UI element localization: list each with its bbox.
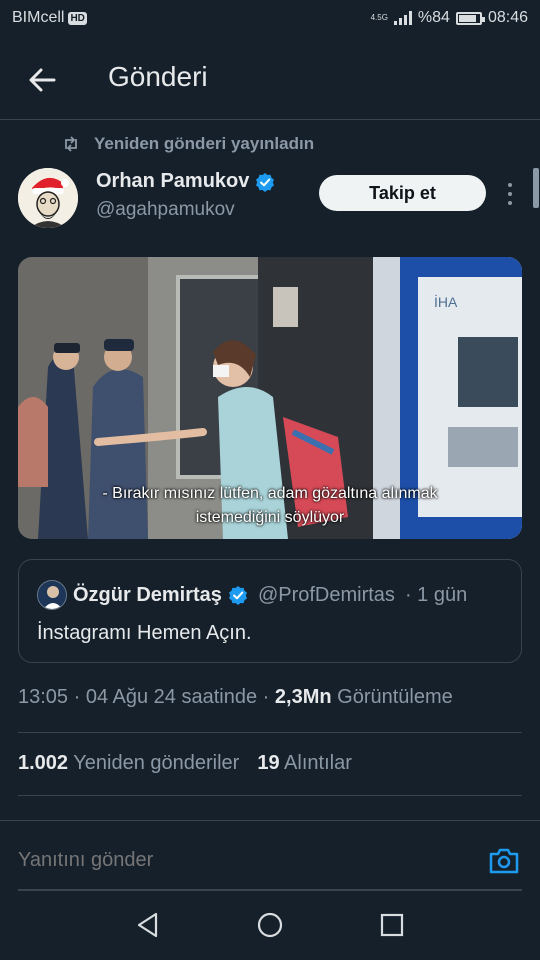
repost-note-text: Yeniden gönderi yayınladın (94, 134, 315, 153)
verified-badge-icon (256, 172, 275, 192)
author-avatar[interactable] (18, 168, 78, 228)
post-date: · 04 Ağu 24 saatinde · (73, 686, 270, 708)
back-button[interactable] (24, 62, 60, 98)
post-stats: 1.002 Yeniden gönderiler 19 Alıntılar (18, 752, 352, 775)
author-name[interactable]: Orhan Pamukov (96, 170, 249, 193)
quoted-post-time: · 1 gün (404, 583, 468, 606)
camera-icon (489, 848, 519, 874)
reposts-label: Yeniden gönderiler (73, 752, 240, 774)
video-caption-line-1: - Bırakır mısınız lütfen, adam gözaltına… (102, 485, 438, 502)
reposts-count: 1.002 (18, 752, 69, 774)
author-handle[interactable]: @agahpamukov (96, 199, 275, 221)
nav-home-button[interactable] (254, 909, 286, 941)
quoted-author-name: Özgür Demirtaş (73, 583, 222, 606)
reply-composer (0, 820, 540, 891)
quoted-post[interactable]: Özgür Demirtaş @ProfDemirtas · 1 gün İns… (18, 559, 522, 663)
author-block: Orhan Pamukov @agahpamukov (96, 170, 275, 221)
post-video[interactable]: İHA - Bırakır mısınız lütfen, adam gözal… (18, 257, 522, 539)
avatar-illustration (18, 168, 78, 228)
hd-badge: HD (68, 11, 87, 25)
divider (18, 795, 522, 796)
quoted-author-handle: @ProfDemirtas (257, 583, 395, 606)
quoted-post-text: İnstagramı Hemen Açın. (37, 622, 252, 644)
video-caption-line-2: istemediğini söylüyor (195, 509, 345, 526)
reposts-stat[interactable]: 1.002 Yeniden gönderiler (18, 752, 239, 775)
verified-badge-icon (228, 586, 247, 605)
signal-icon (393, 11, 412, 25)
quotes-stat[interactable]: 19 Alıntılar (257, 752, 352, 775)
more-options-icon[interactable] (500, 180, 520, 208)
page-title: Gönderi (108, 61, 208, 92)
status-bar: BIMcell HD 4.5G %84 08:46 (0, 0, 540, 36)
quotes-count: 19 (257, 752, 280, 774)
quoted-avatar-illustration (38, 581, 66, 609)
camera-button[interactable] (488, 847, 520, 875)
battery-icon (455, 11, 485, 25)
quoted-author-avatar (37, 580, 67, 610)
scrollbar-thumb[interactable] (533, 168, 539, 208)
follow-button[interactable]: Takip et (319, 175, 486, 211)
repost-indicator: Yeniden gönderi yayınladın (62, 134, 314, 154)
post-meta: 13:05 · 04 Ağu 24 saatinde · 2,3Mn Görün… (18, 686, 453, 709)
triangle-back-icon (137, 912, 158, 938)
reply-input[interactable] (18, 849, 418, 872)
square-recents-icon (380, 913, 404, 937)
post-time: 13:05 (18, 686, 69, 708)
divider (18, 732, 522, 733)
nav-back-button[interactable] (132, 909, 164, 941)
views-count: 2,3Mn (274, 686, 332, 708)
clock: 08:46 (487, 9, 528, 26)
system-navigation-bar (0, 890, 540, 960)
carrier-name: BIMcell (12, 9, 65, 26)
battery-level: %84 (417, 9, 450, 26)
network-type: 4.5G (370, 13, 388, 22)
quotes-label: Alıntılar (284, 752, 352, 774)
watermark-text: İHA (434, 293, 458, 310)
nav-recents-button[interactable] (376, 909, 408, 941)
arrow-left-icon (29, 68, 56, 92)
top-app-bar: Gönderi (0, 36, 540, 120)
views-label: Görüntüleme (337, 686, 453, 708)
circle-home-icon (257, 912, 283, 938)
repost-icon (65, 136, 77, 152)
